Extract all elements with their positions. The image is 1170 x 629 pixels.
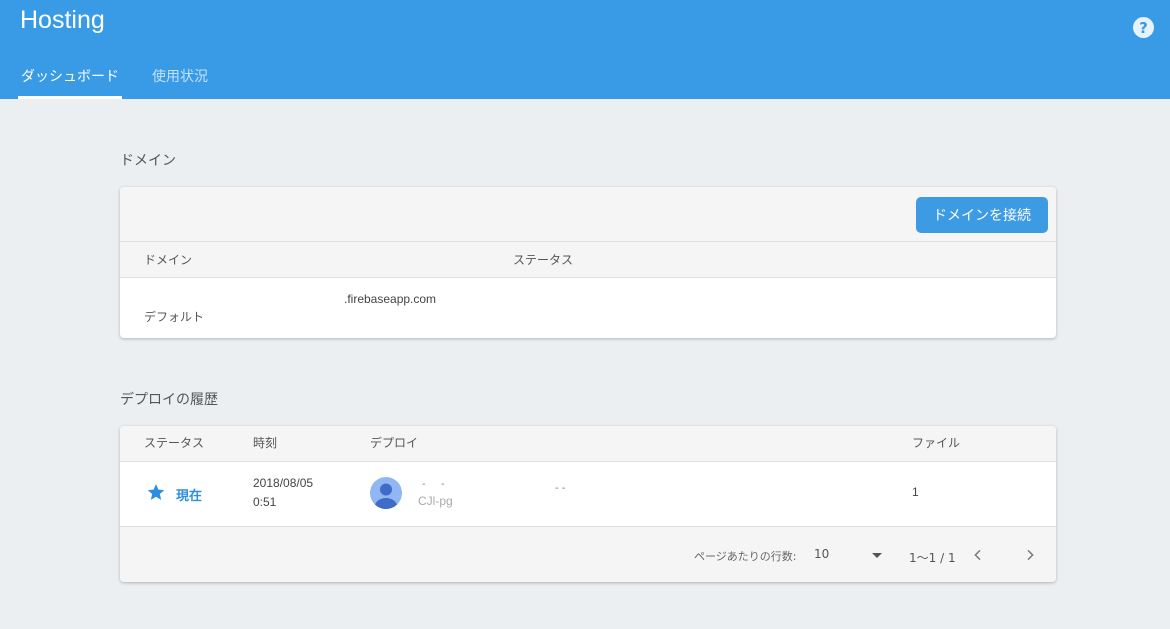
- help-icon[interactable]: ?: [1133, 17, 1154, 38]
- file-count: 1: [912, 485, 919, 499]
- deploy-id: CJl-pg: [418, 494, 453, 508]
- connect-domain-button[interactable]: ドメインを接続: [916, 197, 1048, 233]
- domain-url[interactable]: .firebaseapp.com: [344, 292, 436, 306]
- chevron-left-icon[interactable]: [970, 547, 986, 563]
- domain-section-title: ドメイン: [120, 153, 176, 169]
- star-icon: [147, 484, 165, 500]
- deploy-date: 2018/08/05: [253, 476, 314, 490]
- chevron-right-icon[interactable]: [1022, 547, 1038, 563]
- column-header-files: ファイル: [912, 436, 961, 450]
- deploy-history-title: デプロイの履歴: [120, 392, 218, 408]
- domain-status: デフォルト: [144, 310, 205, 324]
- column-header-time: 時刻: [253, 436, 278, 450]
- column-header-status: ステータス: [513, 253, 574, 267]
- rows-per-page-label: ページあたりの行数:: [694, 550, 797, 563]
- deployer-dash: -: [422, 479, 426, 490]
- active-tab-indicator: [18, 96, 122, 99]
- column-header-domain: ドメイン: [144, 253, 193, 267]
- domain-toolbar: ドメインを接続: [120, 187, 1056, 242]
- deploy-table-header: ステータス 時刻 デプロイ ファイル: [120, 426, 1056, 462]
- domain-table-header: ドメイン ステータス: [120, 242, 1056, 278]
- pagination-bar: ページあたりの行数: 10 1〜1 / 1: [120, 527, 1056, 582]
- status-badge: 現在: [176, 489, 203, 504]
- page-range: 1〜1 / 1: [909, 551, 956, 565]
- deployer-dash: -: [441, 479, 445, 490]
- column-header-deploy: デプロイ: [370, 436, 419, 450]
- tab-usage[interactable]: 使用状況: [152, 60, 208, 99]
- avatar: [370, 477, 402, 509]
- deploy-time: 2018/08/05 0:51: [253, 474, 343, 512]
- page-title: Hosting: [20, 6, 105, 34]
- deploy-description: - -: [555, 483, 566, 494]
- column-header-status: ステータス: [144, 436, 205, 450]
- domain-card: ドメインを接続 ドメイン ステータス .firebaseapp.com デフォル…: [120, 187, 1056, 338]
- tab-dashboard[interactable]: ダッシュボード: [18, 60, 122, 99]
- caret-down-icon[interactable]: [872, 553, 882, 558]
- deploy-clock: 0:51: [253, 495, 277, 509]
- person-icon: [375, 483, 397, 509]
- deploy-history-card: ステータス 時刻 デプロイ ファイル 現在 2018/08/05 0:51 - …: [120, 426, 1056, 582]
- app-header: Hosting ? ダッシュボード 使用状況: [0, 0, 1170, 99]
